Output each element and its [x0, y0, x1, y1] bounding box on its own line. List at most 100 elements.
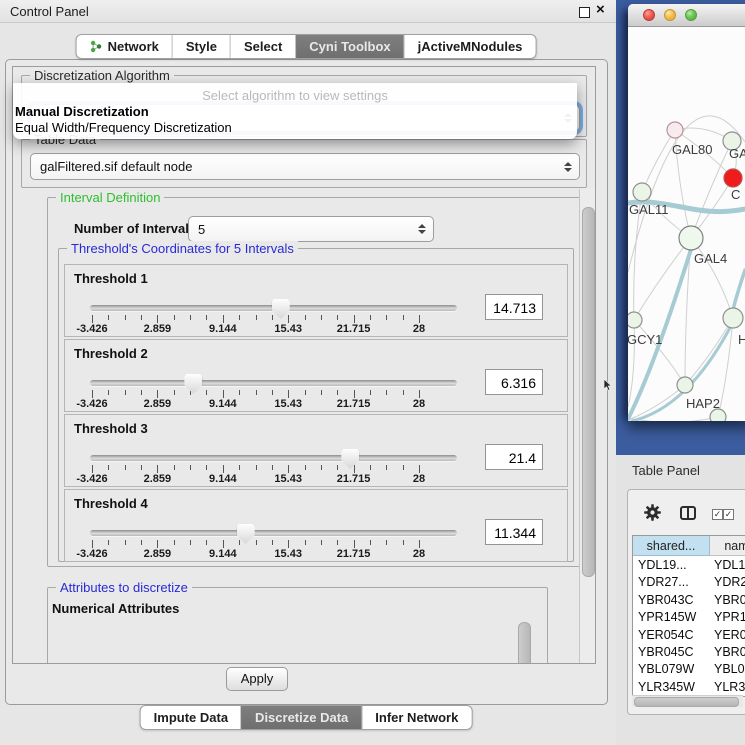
table-row[interactable]: YBR043CYBR0	[633, 592, 745, 609]
slider-tick	[370, 540, 371, 545]
table-hscrollbar-track[interactable]	[632, 695, 743, 707]
slider-tick	[256, 465, 257, 470]
column-header-name[interactable]: name	[710, 536, 745, 556]
network-edge	[634, 320, 685, 385]
network-node-gal4[interactable]	[679, 226, 703, 250]
popup-item-2[interactable]: Equal Width/Frequency Discretization	[15, 120, 232, 135]
control-panel-titlebar: Control Panel ×	[0, 0, 616, 23]
table-row[interactable]: YDR27...YDR2	[633, 574, 745, 591]
network-window-titlebar[interactable]	[628, 4, 745, 27]
slider-tick	[223, 465, 224, 473]
close-traffic-light[interactable]	[643, 9, 655, 21]
close-icon[interactable]: ×	[596, 1, 605, 18]
slider-tick-label: 9.144	[209, 398, 237, 410]
tab-discretize-data[interactable]: Discretize Data	[241, 706, 361, 729]
slider-tick-label: 15.43	[274, 323, 302, 335]
slider-tick	[354, 465, 355, 473]
network-node-c[interactable]	[724, 169, 742, 187]
minimize-traffic-light[interactable]	[664, 9, 676, 21]
slider-track[interactable]	[90, 380, 457, 386]
network-canvas[interactable]: GAL80GACGAL11GAL4GCY1HHAP2	[628, 27, 745, 421]
slider-tick	[239, 465, 240, 470]
tab-select[interactable]: Select	[230, 35, 295, 58]
gear-icon[interactable]	[644, 504, 661, 521]
table-row[interactable]: YER054CYER0	[633, 627, 745, 644]
slider-tick-label: 9.144	[209, 548, 237, 560]
slider-tick	[403, 315, 404, 320]
number-of-intervals-combo[interactable]: 5	[188, 216, 434, 242]
slider-tick	[354, 540, 355, 548]
slider-tick-label: 2.859	[144, 398, 172, 410]
column-header-shared-name[interactable]: shared...	[633, 536, 710, 556]
network-node-gcy1[interactable]	[628, 312, 642, 328]
tab-network[interactable]: Network	[77, 35, 172, 58]
table-data-group: Table Data galFiltered.sif default node	[21, 139, 587, 188]
combo-stepper-icon[interactable]	[416, 224, 427, 234]
checkbox-icon[interactable]: ✓	[712, 509, 723, 520]
table-hscrollbar-thumb[interactable]	[634, 697, 739, 707]
slider-tick	[206, 390, 207, 395]
float-window-icon[interactable]	[579, 7, 590, 18]
slider-tick	[239, 390, 240, 395]
slider-tick	[321, 465, 322, 470]
tab-infer-network[interactable]: Infer Network	[361, 706, 471, 729]
table-row[interactable]: YDL19...YDL1	[633, 557, 745, 574]
discretization-settings-container: Discretization Algorithm Table Data galF…	[12, 66, 596, 664]
slider-thumb[interactable]	[341, 449, 359, 469]
threshold-value-field[interactable]: 11.344	[485, 519, 543, 545]
cell-shared-name: YDR27...	[638, 574, 689, 591]
network-node-gal11[interactable]	[633, 183, 651, 201]
slider-track[interactable]	[90, 455, 457, 461]
attributes-scrollbar[interactable]	[518, 622, 531, 664]
table-row[interactable]: YBR045CYBR0	[633, 644, 745, 661]
table-row[interactable]: YBL079WYBL0	[633, 661, 745, 678]
network-node-hap2[interactable]	[677, 377, 693, 393]
tab-cyni-toolbox[interactable]: Cyni Toolbox	[295, 35, 403, 58]
slider-tick	[403, 540, 404, 545]
slider-tick	[239, 540, 240, 545]
tab-jactivemnodules[interactable]: jActiveMNodules	[404, 35, 536, 58]
threshold-value-field[interactable]: 6.316	[485, 369, 543, 395]
network-node-h[interactable]	[723, 308, 743, 328]
control-panel-tabbar: NetworkStyleSelectCyni ToolboxjActiveMNo…	[76, 34, 537, 59]
slider-thumb[interactable]	[272, 299, 290, 319]
slider-tick	[239, 315, 240, 320]
settings-scrollbar-track[interactable]	[579, 189, 596, 663]
tab-impute-data[interactable]: Impute Data	[141, 706, 241, 729]
slider-tick	[206, 540, 207, 545]
slider-tick	[386, 540, 387, 545]
threshold-value-field[interactable]: 21.4	[485, 444, 543, 470]
slider-tick	[370, 465, 371, 470]
checkbox-icon[interactable]: ✓	[723, 509, 734, 520]
cell-shared-name: YER054C	[638, 627, 694, 644]
settings-scrollbar-thumb[interactable]	[582, 207, 595, 577]
slider-tick	[174, 315, 175, 320]
popup-hint-item[interactable]: Select algorithm to view settings	[13, 88, 577, 103]
node-label: GAL11	[629, 202, 669, 217]
mouse-cursor	[604, 379, 613, 391]
table-row[interactable]: YPR145WYPR1	[633, 609, 745, 626]
threshold-value-field[interactable]: 14.713	[485, 294, 543, 320]
slider-tick-label: -3.426	[76, 473, 107, 485]
slider-tick	[354, 315, 355, 323]
slider-tick	[386, 390, 387, 395]
popup-item-1[interactable]: Manual Discretization	[15, 104, 149, 119]
slider-tick-label: 2.859	[144, 473, 172, 485]
slider-thumb[interactable]	[184, 374, 202, 394]
tab-style[interactable]: Style	[172, 35, 230, 58]
zoom-traffic-light[interactable]	[685, 9, 697, 21]
column-browse-icon[interactable]	[680, 506, 696, 520]
slider-tick	[403, 390, 404, 395]
table-row[interactable]: YLR345WYLR3	[633, 679, 745, 696]
network-node-gal80[interactable]	[667, 122, 683, 138]
apply-button[interactable]: Apply	[226, 667, 288, 691]
table-data-combo[interactable]: galFiltered.sif default node	[30, 153, 580, 180]
table-data-combo-value: galFiltered.sif default node	[31, 159, 562, 174]
threshold-label: Threshold 2	[74, 346, 148, 361]
threshold-row-2: Threshold 2-3.4262.8599.14415.4321.71528…	[64, 339, 568, 412]
slider-tick-label: 15.43	[274, 398, 302, 410]
network-node[interactable]	[710, 409, 726, 421]
slider-track[interactable]	[90, 530, 457, 536]
table-panel-title: Table Panel	[632, 463, 700, 478]
combo-stepper-icon[interactable]	[562, 162, 573, 172]
